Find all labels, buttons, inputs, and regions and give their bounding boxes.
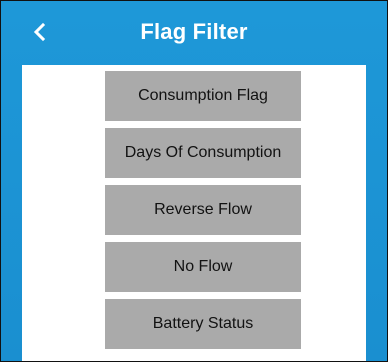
screen-frame: Flag Filter Consumption Flag Days Of Con… (0, 0, 388, 362)
filter-panel: Consumption Flag Days Of Consumption Rev… (22, 65, 366, 361)
battery-status-button[interactable]: Battery Status (105, 299, 301, 349)
page-title: Flag Filter (140, 19, 248, 44)
reverse-flow-button[interactable]: Reverse Flow (105, 185, 301, 235)
consumption-flag-button[interactable]: Consumption Flag (105, 71, 301, 121)
days-of-consumption-button[interactable]: Days Of Consumption (105, 128, 301, 178)
app-header: Flag Filter (1, 1, 387, 63)
no-flow-button[interactable]: No Flow (105, 242, 301, 292)
